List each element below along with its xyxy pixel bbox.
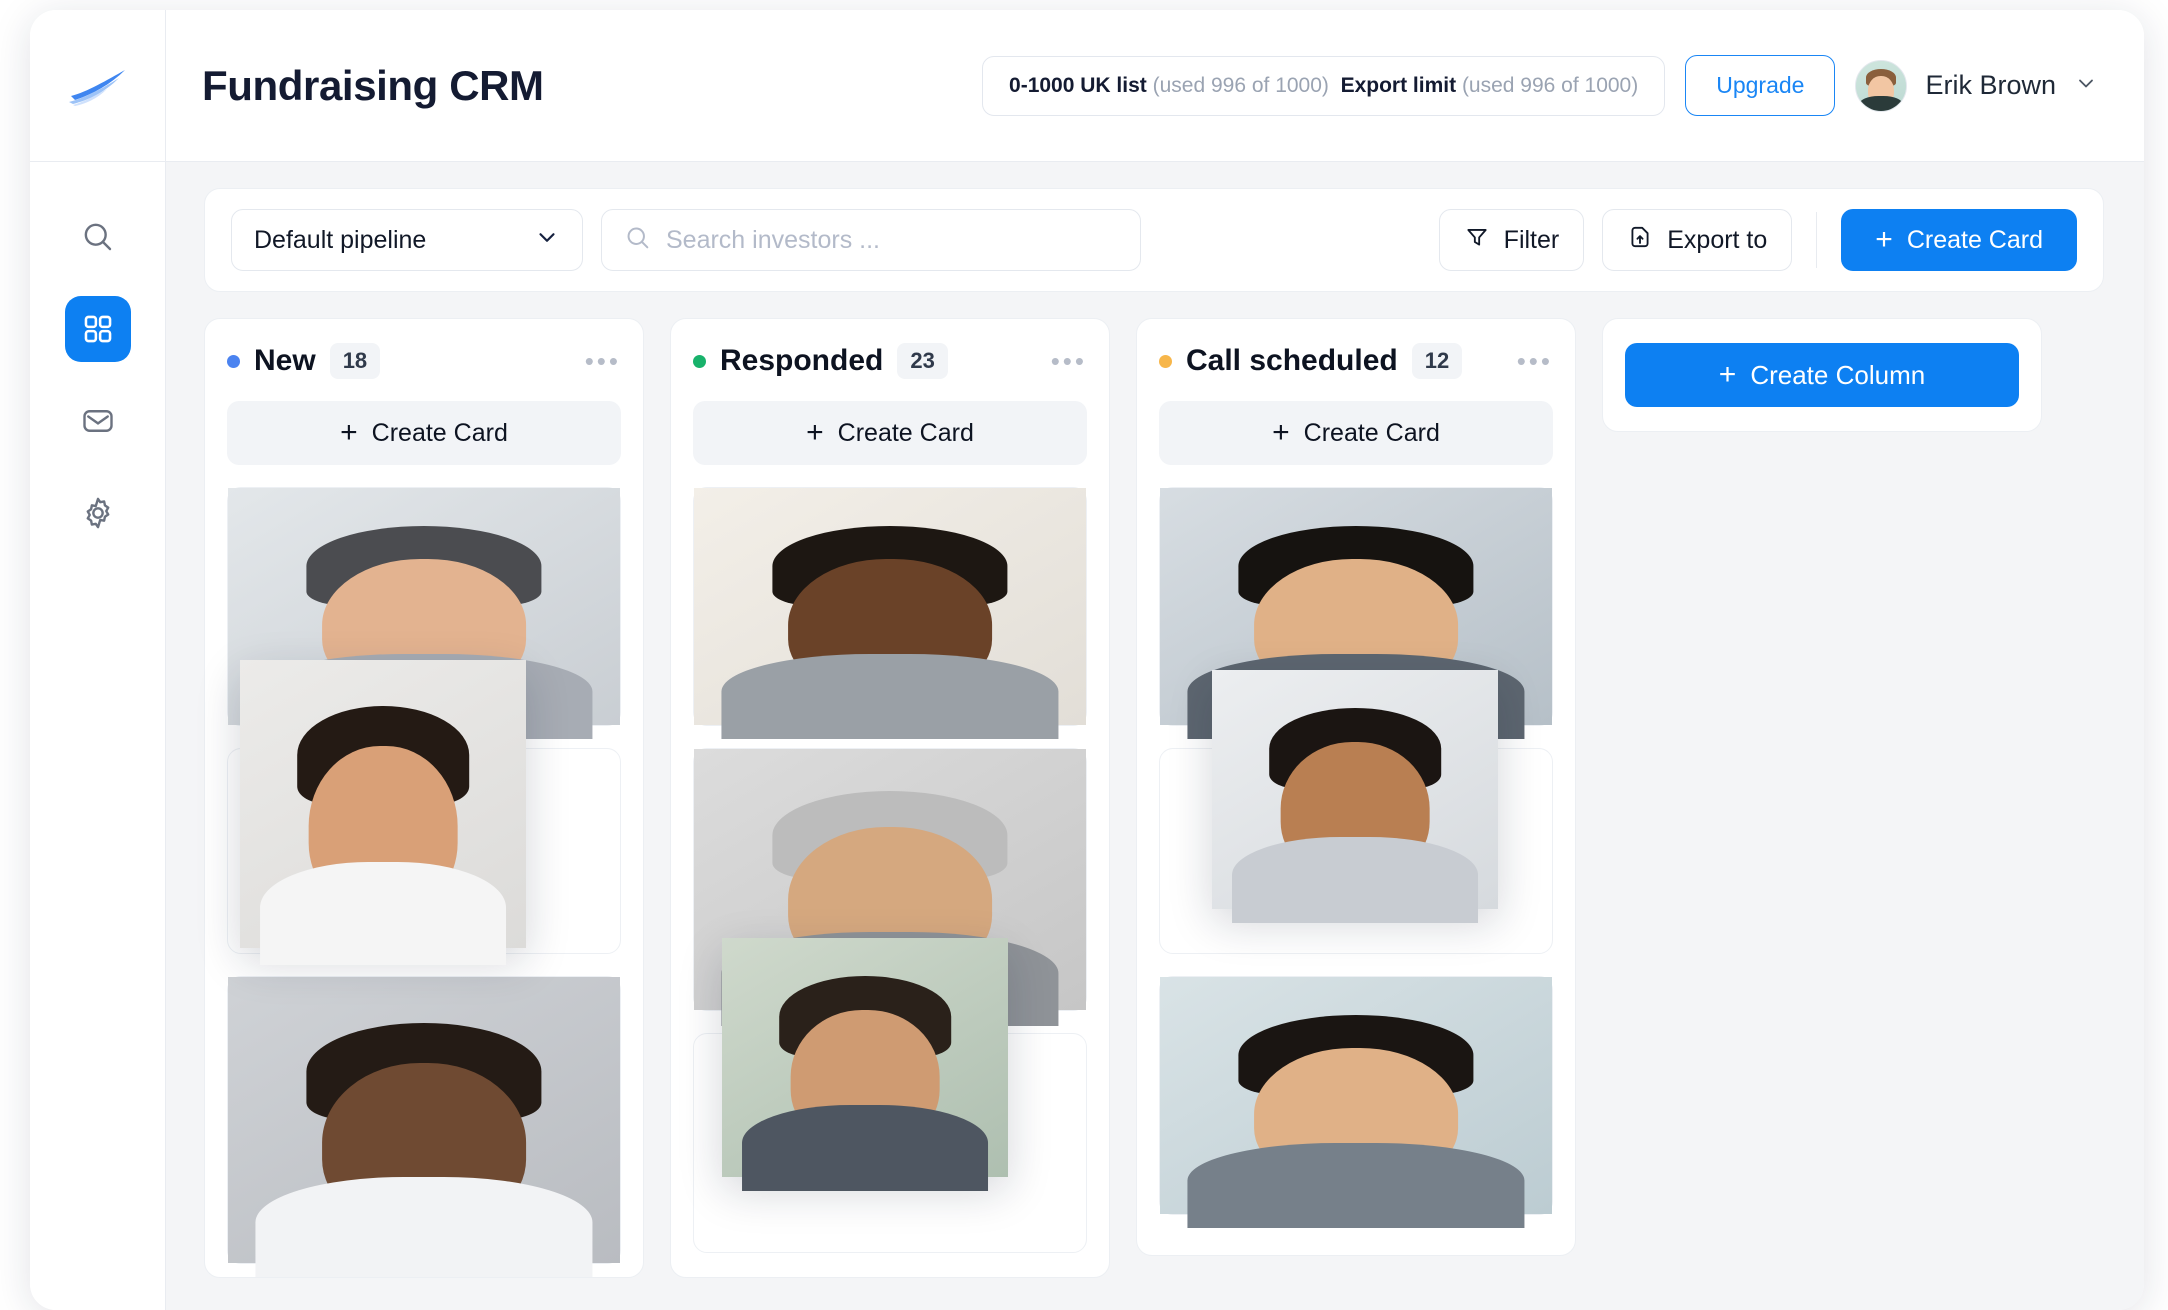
avatar bbox=[1855, 59, 1908, 112]
toolbar-divider bbox=[1816, 212, 1818, 268]
funnel-icon bbox=[1464, 224, 1490, 257]
search-icon bbox=[624, 224, 652, 257]
status-dot bbox=[227, 354, 240, 368]
topbar: Fundraising CRM 0-1000 UK list (used 996… bbox=[166, 10, 2144, 162]
wing-logo-icon bbox=[68, 69, 125, 106]
create-card-label: Create Card bbox=[371, 418, 508, 447]
avatar bbox=[694, 749, 1086, 1026]
grid-icon bbox=[84, 315, 111, 343]
search-input[interactable] bbox=[666, 225, 1118, 255]
filter-label: Filter bbox=[1503, 225, 1560, 254]
sidebar bbox=[30, 10, 166, 1310]
export-to-button[interactable]: Export to bbox=[1602, 209, 1793, 271]
user-menu[interactable]: Erik Brown bbox=[1855, 59, 2098, 112]
chevron-down-icon bbox=[534, 224, 560, 257]
create-card-label: Create Card bbox=[1303, 418, 1440, 447]
column-create-card-button[interactable]: + Create Card bbox=[1159, 401, 1553, 465]
column-title: Call scheduled bbox=[1186, 344, 1398, 377]
avatar bbox=[722, 938, 1008, 1192]
avatar bbox=[228, 977, 620, 1277]
search-box[interactable] bbox=[601, 209, 1141, 271]
envelope-icon bbox=[82, 410, 113, 432]
app-window: Fundraising CRM 0-1000 UK list (used 996… bbox=[30, 10, 2144, 1310]
export-limit-usage: (used 996 of 1000) bbox=[1461, 73, 1639, 97]
pipeline-select[interactable]: Default pipeline bbox=[231, 209, 583, 271]
list-label: 0-1000 UK list bbox=[1009, 73, 1147, 97]
create-card-button[interactable]: + Create Card bbox=[1841, 209, 2077, 271]
column-count: 18 bbox=[329, 343, 381, 379]
pipeline-value: Default pipeline bbox=[254, 225, 427, 254]
export-limit-label: Export limit bbox=[1340, 73, 1457, 97]
export-label: Export to bbox=[1667, 225, 1768, 254]
ellipsis-icon[interactable]: ••• bbox=[1051, 348, 1087, 374]
card-andre-robinson-gp[interactable]: ••• Andre Robinson General Partner Priva… bbox=[1159, 976, 1553, 1229]
column-create-card-button[interactable]: + Create Card bbox=[693, 401, 1087, 465]
column-header: Responded 23 ••• bbox=[693, 343, 1087, 379]
plus-icon: + bbox=[340, 416, 358, 449]
column-header: New 18 ••• bbox=[227, 343, 621, 379]
column-count: 12 bbox=[1411, 343, 1463, 379]
filter-button[interactable]: Filter bbox=[1438, 209, 1585, 271]
create-card-label: Create Card bbox=[837, 418, 974, 447]
sidebar-item-search[interactable] bbox=[65, 204, 131, 270]
dragging-card-luis-bell[interactable]: ••• Luis Bell CTO & Co-Founder Venture C… bbox=[240, 660, 526, 966]
column-title: Responded bbox=[720, 344, 884, 377]
avatar bbox=[240, 660, 526, 966]
sidebar-item-board[interactable] bbox=[64, 296, 131, 362]
main-area: Fundraising CRM 0-1000 UK list (used 996… bbox=[166, 10, 2144, 1310]
board-area: Default pipeline Search investors ... Fi… bbox=[166, 162, 2144, 1310]
avatar bbox=[1212, 670, 1498, 924]
plus-icon: + bbox=[1718, 358, 1737, 391]
page-title: Fundraising CRM bbox=[202, 61, 544, 109]
search-icon bbox=[84, 223, 111, 251]
avatar bbox=[1160, 488, 1552, 740]
chevron-down-icon[interactable] bbox=[2074, 71, 2098, 101]
column-header: Call scheduled 12 ••• bbox=[1159, 343, 1553, 379]
column-count: 23 bbox=[897, 343, 948, 379]
plus-icon: + bbox=[1272, 416, 1290, 449]
gear-icon bbox=[86, 497, 109, 529]
sidebar-item-settings[interactable] bbox=[65, 480, 131, 546]
card-margie-hall[interactable]: ••• Margie Hall Partner Angel Private Fi… bbox=[693, 487, 1087, 740]
user-name: Erik Brown bbox=[1925, 70, 2056, 100]
board-toolbar: Default pipeline Search investors ... Fi… bbox=[204, 188, 2104, 292]
ellipsis-icon[interactable]: ••• bbox=[1517, 348, 1553, 374]
avatar bbox=[1160, 977, 1552, 1229]
ellipsis-icon[interactable]: ••• bbox=[585, 348, 621, 374]
usage-limit-pill: 0-1000 UK list (used 996 of 1000) Export… bbox=[982, 55, 1666, 116]
avatar bbox=[228, 488, 620, 740]
upgrade-button[interactable]: Upgrade bbox=[1685, 55, 1836, 116]
create-column-panel: + Create Column bbox=[1602, 318, 2042, 432]
create-column-button[interactable]: + Create Column bbox=[1625, 343, 2019, 407]
plus-icon: + bbox=[1875, 223, 1893, 256]
avatar bbox=[694, 488, 1086, 740]
plus-icon: + bbox=[806, 416, 824, 449]
card-amy-davis[interactable]: ••• Amy Davis Managing Director Angel Pr… bbox=[227, 976, 621, 1277]
column-title: New bbox=[254, 344, 316, 377]
list-usage: (used 996 of 1000) bbox=[1152, 73, 1329, 97]
create-card-label: Create Card bbox=[1906, 225, 2043, 254]
dragging-card-joyce-roy[interactable]: ••• Joyce Roy Founder Angel/Individual bbox=[1212, 670, 1498, 924]
column-create-card-button[interactable]: + Create Card bbox=[227, 401, 621, 465]
status-dot bbox=[1159, 354, 1172, 368]
create-column-label: Create Column bbox=[1750, 359, 1926, 390]
sidebar-item-mail[interactable] bbox=[65, 388, 131, 454]
sidebar-nav bbox=[64, 204, 131, 546]
dragging-card-andre-robinson[interactable]: ••• Andre Robinson Managing Partner Priv… bbox=[722, 938, 1008, 1192]
status-dot bbox=[693, 354, 706, 368]
app-logo[interactable] bbox=[30, 10, 165, 162]
file-export-icon bbox=[1627, 224, 1653, 257]
